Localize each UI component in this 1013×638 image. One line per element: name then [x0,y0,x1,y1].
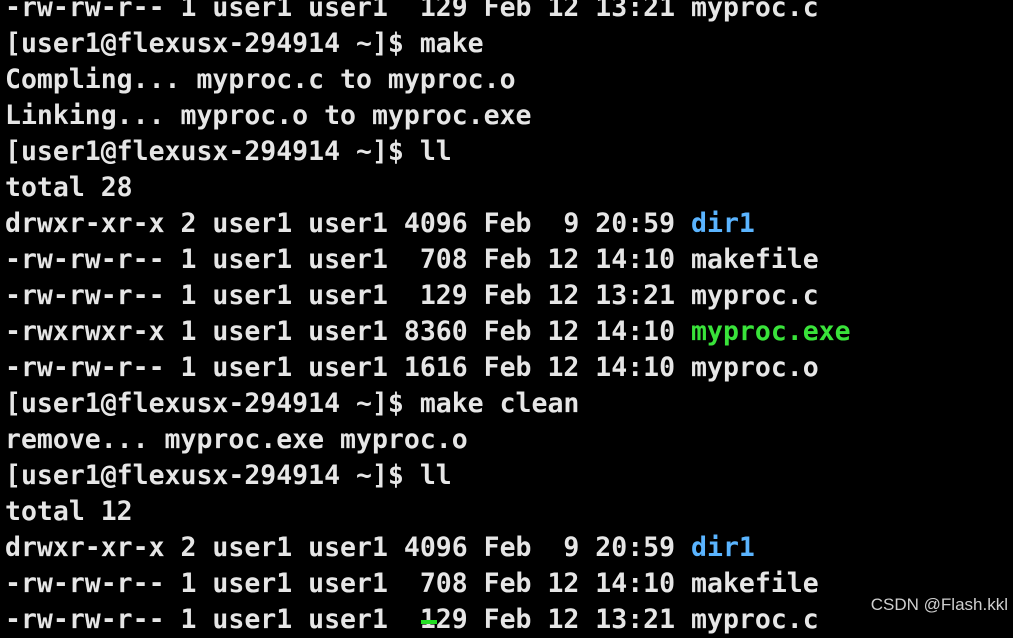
listing-row: -rw-rw-r-- 1 user1 user1 129 Feb 12 13:2… [0,602,1013,638]
listing-filename: makefile [691,568,819,599]
terminal-line-output: remove... myproc.exe myproc.o [5,424,468,455]
listing-filename: myproc.c [691,604,819,635]
terminal-line-total: total 12 [5,496,133,527]
terminal-line-total: total 28 [5,172,133,203]
listing-row: -rwxrwxr-x 1 user1 user1 8360 Feb 12 14:… [0,314,1013,350]
text-cursor [421,620,437,624]
listing-row: -rw-rw-r-- 1 user1 user1 708 Feb 12 14:1… [0,242,1013,278]
listing-row: drwxr-xr-x 2 user1 user1 4096 Feb 9 20:5… [0,530,1013,566]
listing-row: -rw-rw-r-- 1 user1 user1 1616 Feb 12 14:… [0,350,1013,386]
terminal-line: -rw-rw-r-- 1 user1 user1 129 Feb 12 13:2… [5,0,819,23]
watermark: CSDN @Flash.kkl [870,595,1008,614]
listing-meta: drwxr-xr-x 2 user1 user1 4096 Feb 9 20:5… [5,208,692,239]
terminal-line-prompt: [user1@flexusx-294914 ~]$ make clean [5,388,580,419]
terminal-line-output: Linking... myproc.o to myproc.exe [5,100,532,131]
terminal-line-prompt: [user1@flexusx-294914 ~]$ ll [5,460,452,491]
listing-filename: myproc.o [691,352,819,383]
listing-meta: -rw-rw-r-- 1 user1 user1 708 Feb 12 14:1… [5,568,692,599]
terminal-line-prompt: [user1@flexusx-294914 ~]$ make [5,28,484,59]
listing-filename-exe: myproc.exe [691,316,851,347]
listing-filename-dir: dir1 [691,532,755,563]
listing-meta: -rw-rw-r-- 1 user1 user1 129 Feb 12 13:2… [5,280,692,311]
terminal-line-prompt: [user1@flexusx-294914 ~]$ ll [5,136,452,167]
listing-filename: makefile [691,244,819,275]
terminal-window[interactable]: -rw-rw-r-- 1 user1 user1 129 Feb 12 13:2… [0,0,1013,635]
listing-row: -rw-rw-r-- 1 user1 user1 708 Feb 12 14:1… [0,566,1013,602]
listing-filename-dir: dir1 [691,208,755,239]
listing-meta: -rwxrwxr-x 1 user1 user1 8360 Feb 12 14:… [5,316,692,347]
listing-row: -rw-rw-r-- 1 user1 user1 129 Feb 12 13:2… [0,278,1013,314]
terminal-line-output: Compling... myproc.c to myproc.o [5,64,516,95]
listing-meta: -rw-rw-r-- 1 user1 user1 129 Feb 12 13:2… [5,604,692,635]
listing-row: drwxr-xr-x 2 user1 user1 4096 Feb 9 20:5… [0,206,1013,242]
listing-meta: -rw-rw-r-- 1 user1 user1 708 Feb 12 14:1… [5,244,692,275]
listing-filename: myproc.c [691,280,819,311]
listing-meta: -rw-rw-r-- 1 user1 user1 1616 Feb 12 14:… [5,352,692,383]
listing-meta: drwxr-xr-x 2 user1 user1 4096 Feb 9 20:5… [5,532,692,563]
